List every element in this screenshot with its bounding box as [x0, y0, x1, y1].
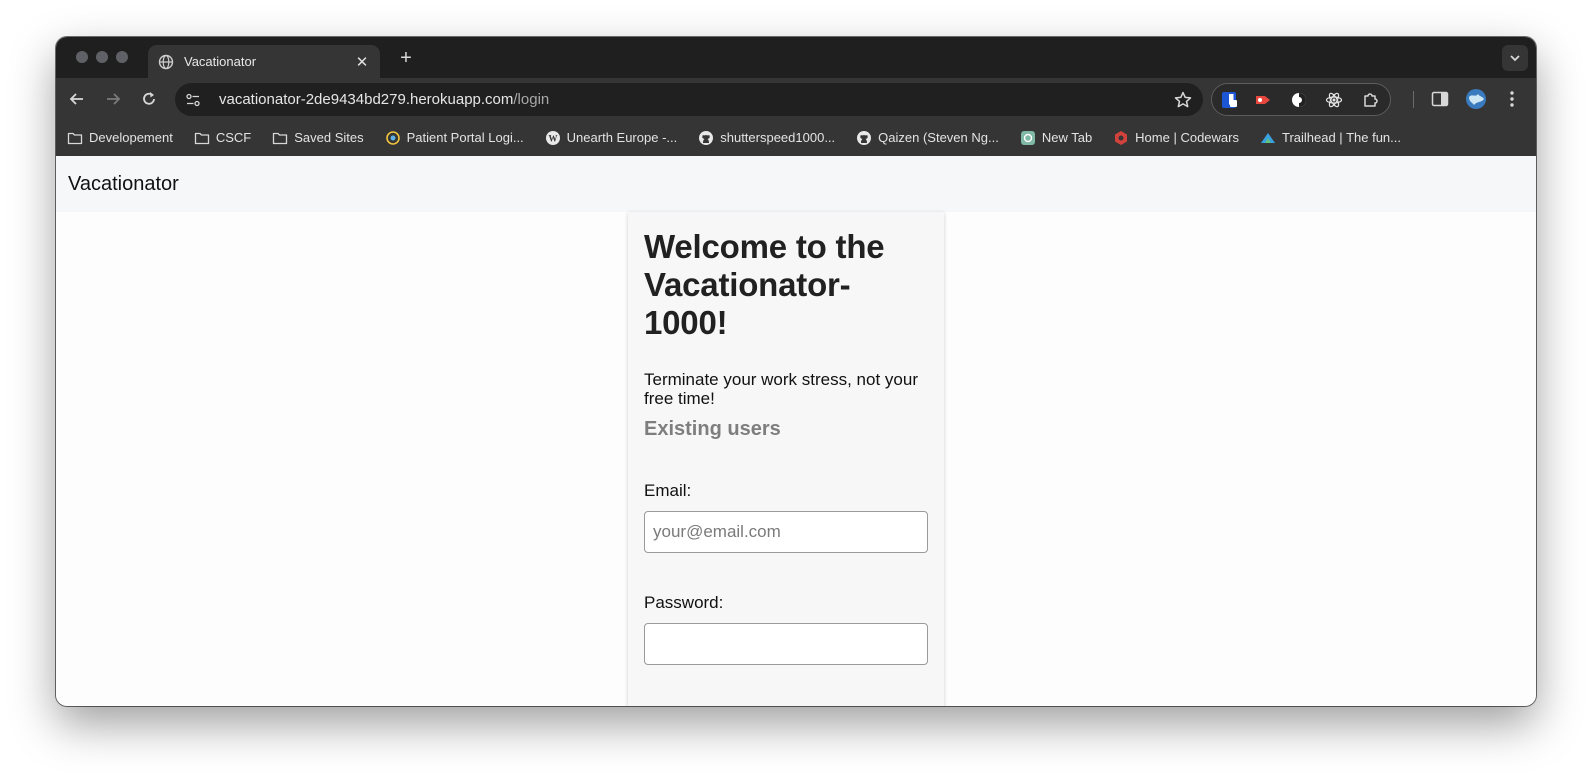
wordpress-icon: W: [545, 130, 560, 145]
tab-title: Vacationator: [184, 54, 257, 69]
portal-icon: [385, 130, 400, 145]
back-arrow-icon: [69, 93, 83, 105]
email-label: Email:: [644, 481, 692, 500]
site-info-icon[interactable]: [185, 92, 201, 108]
codewars-icon: [1115, 130, 1128, 145]
openai-icon: [1020, 130, 1035, 145]
back-button[interactable]: [65, 87, 89, 111]
maximize-window-button[interactable]: [116, 51, 128, 63]
forward-arrow-icon: [107, 93, 121, 105]
folder-icon: [67, 132, 83, 144]
navbar-brand[interactable]: Vacationator: [68, 173, 179, 196]
app-navbar: Vacationator: [56, 156, 1536, 212]
bookmark-item[interactable]: CSCF: [194, 130, 251, 146]
tab-strip: Vacationator ✕ +: [56, 37, 1536, 78]
minimize-window-button[interactable]: [96, 51, 108, 63]
more-menu-icon[interactable]: [1502, 89, 1522, 109]
web-page: Vacationator Welcome to the Vacationator…: [56, 156, 1536, 706]
welcome-heading: Welcome to the Vacationator-1000!: [644, 228, 885, 341]
reload-icon: [143, 92, 155, 105]
close-window-button[interactable]: [76, 51, 88, 63]
browser-tab[interactable]: Vacationator ✕: [148, 45, 380, 78]
folder-icon: [194, 132, 209, 144]
password-label: Password:: [644, 593, 724, 612]
bookmark-label: Trailhead | The fun...: [1281, 130, 1401, 145]
github-icon: [857, 130, 872, 145]
bookmark-label: CSCF: [215, 130, 252, 145]
bookmark-item[interactable]: Developement: [67, 130, 173, 146]
tagline: Terminate your work stress, not your fre…: [644, 370, 918, 408]
bookmark-item[interactable]: shutterspeed1000...: [698, 130, 835, 146]
password-input[interactable]: [644, 623, 928, 665]
folder-icon: [273, 132, 288, 144]
url-path: /login: [513, 91, 550, 108]
react-devtools-icon[interactable]: [1325, 91, 1343, 109]
tab-search-button[interactable]: [1502, 45, 1528, 71]
bookmark-label: Saved Sites: [294, 130, 364, 145]
bookmark-label: Developement: [89, 130, 173, 145]
close-tab-icon[interactable]: ✕: [354, 53, 370, 71]
toolbar-divider: [1413, 91, 1414, 108]
bookmark-item[interactable]: New Tab: [1020, 130, 1092, 146]
reload-button[interactable]: [137, 87, 161, 111]
extensions-puzzle-icon[interactable]: [1362, 91, 1380, 109]
bookmark-item[interactable]: Saved Sites: [272, 130, 364, 146]
window-controls: [76, 51, 128, 63]
bookmarks-bar: Developement CSCF Saved Sites Patient Porta…: [56, 119, 1536, 156]
bookmark-label: New Tab: [1041, 130, 1093, 145]
extensions-group: [1211, 83, 1391, 116]
bookmark-label: Unearth Europe -...: [566, 130, 678, 145]
bookmark-star-icon[interactable]: [1173, 90, 1193, 110]
chevron-down-icon: [1510, 55, 1520, 62]
bookmark-label: Patient Portal Logi...: [406, 130, 524, 145]
globe-icon: [158, 54, 174, 69]
bookmark-item[interactable]: Home | Codewars: [1113, 130, 1239, 146]
url-text: vacationator-2de9434bd279.herokuapp.com/…: [219, 91, 549, 108]
svg-text:W: W: [548, 133, 557, 143]
bookmark-item[interactable]: Patient Portal Logi...: [385, 130, 524, 146]
profile-avatar-icon[interactable]: [1465, 88, 1487, 110]
side-panel-icon[interactable]: [1430, 89, 1450, 109]
video-extension-icon[interactable]: [1254, 91, 1272, 109]
bookmark-label: Qaizen (Steven Ng...: [878, 130, 999, 145]
bookmark-item[interactable]: Trailhead | The fun...: [1260, 130, 1401, 146]
darkmode-extension-icon[interactable]: [1290, 91, 1308, 109]
bookmark-item[interactable]: Qaizen (Steven Ng...: [856, 130, 999, 146]
forward-button[interactable]: [101, 87, 125, 111]
login-card: Welcome to the Vacationator-1000! Termin…: [628, 212, 944, 706]
browser-window: Vacationator ✕ + vacationator-2de9434bd2…: [56, 37, 1536, 706]
trailhead-icon: [1260, 132, 1275, 143]
github-icon: [699, 130, 714, 145]
browser-toolbar: vacationator-2de9434bd279.herokuapp.com/…: [56, 78, 1536, 119]
bookmark-item[interactable]: W Unearth Europe -...: [545, 130, 678, 146]
bitwarden-extension-icon[interactable]: [1220, 91, 1238, 109]
email-input[interactable]: [644, 511, 928, 553]
new-tab-button[interactable]: +: [392, 45, 420, 71]
url-host: vacationator-2de9434bd279.herokuapp.com: [219, 91, 514, 108]
bookmark-label: Home | Codewars: [1135, 130, 1239, 145]
existing-users-heading: Existing users: [644, 418, 781, 440]
bookmark-label: shutterspeed1000...: [720, 130, 836, 145]
address-bar[interactable]: vacationator-2de9434bd279.herokuapp.com/…: [175, 83, 1203, 116]
